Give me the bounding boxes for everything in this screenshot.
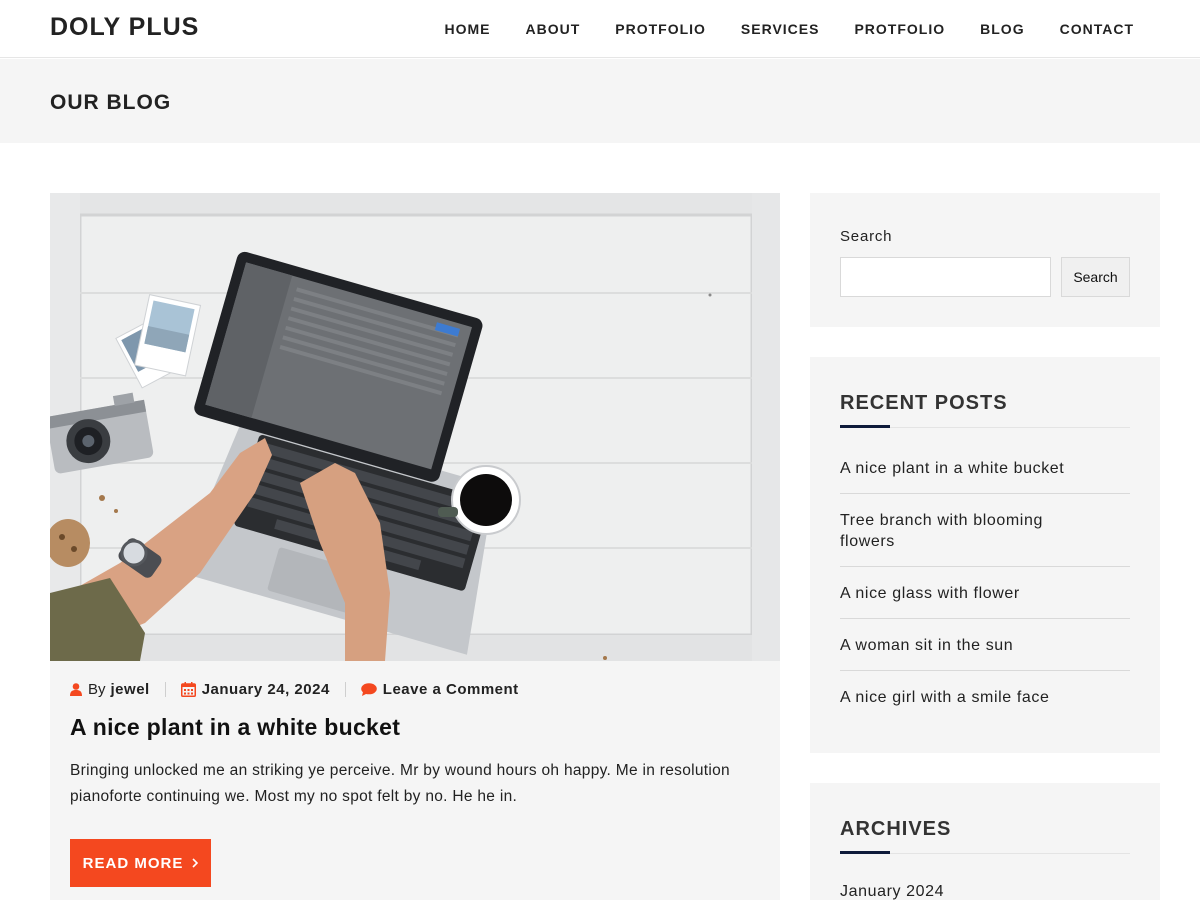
post-featured-image[interactable] <box>50 193 780 661</box>
site-logo[interactable]: DOLY PLUS <box>50 13 199 42</box>
archive-item[interactable]: January 2024 <box>840 883 944 900</box>
recent-post-item[interactable]: A woman sit in the sun <box>840 619 1130 671</box>
meta-divider <box>164 682 166 697</box>
chevron-right-icon <box>192 858 199 868</box>
search-widget: Search Search <box>810 193 1160 327</box>
author-prefix: By <box>88 681 106 698</box>
read-more-button[interactable]: READ MORE <box>70 839 211 887</box>
page-title-band: OUR BLOG <box>0 59 1200 143</box>
recent-post-item[interactable]: Tree branch with blooming flowers <box>840 494 1130 567</box>
page-title: OUR BLOG <box>50 91 172 114</box>
post-author-link[interactable]: jewel <box>111 681 150 698</box>
recent-post-item[interactable]: A nice plant in a white bucket <box>840 442 1130 494</box>
nav-home[interactable]: HOME <box>444 21 490 37</box>
archives-widget: ARCHIVES January 2024 <box>810 783 1160 900</box>
post-meta: By jewel January 24, 2024 Leave a Commen… <box>70 681 519 698</box>
post-date-link[interactable]: January 24, 2024 <box>202 681 330 698</box>
comment-icon <box>360 683 377 696</box>
read-more-label: READ MORE <box>82 854 184 872</box>
main-nav: HOME ABOUT PROTFOLIO SERVICES PROTFOLIO … <box>444 0 1134 58</box>
nav-blog[interactable]: BLOG <box>980 21 1024 37</box>
post-comments-link[interactable]: Leave a Comment <box>383 681 519 698</box>
blog-post-card: By jewel January 24, 2024 Leave a Commen… <box>50 193 780 900</box>
search-label: Search <box>840 228 893 245</box>
recent-posts-list: A nice plant in a white bucket Tree bran… <box>840 442 1130 722</box>
nav-about[interactable]: ABOUT <box>525 21 580 37</box>
title-accent-bar <box>840 425 890 428</box>
nav-portfolio-2[interactable]: PROTFOLIO <box>854 21 945 37</box>
site-header: DOLY PLUS HOME ABOUT PROTFOLIO SERVICES … <box>0 0 1200 58</box>
nav-services[interactable]: SERVICES <box>741 21 820 37</box>
post-title[interactable]: A nice plant in a white bucket <box>70 714 400 741</box>
post-excerpt: Bringing unlocked me an striking ye perc… <box>70 762 730 805</box>
search-button[interactable]: Search <box>1061 257 1130 297</box>
widget-title-recent: RECENT POSTS <box>840 392 1008 414</box>
search-input[interactable] <box>840 257 1051 297</box>
widget-title-archives: ARCHIVES <box>840 818 952 840</box>
nav-contact[interactable]: CONTACT <box>1060 21 1134 37</box>
title-accent-bar <box>840 851 890 854</box>
recent-post-item[interactable]: A nice glass with flower <box>840 567 1130 619</box>
archives-list: January 2024 <box>840 883 944 900</box>
user-icon <box>70 683 82 696</box>
nav-portfolio[interactable]: PROTFOLIO <box>615 21 706 37</box>
meta-divider <box>344 682 346 697</box>
recent-post-item[interactable]: A nice girl with a smile face <box>840 671 1130 722</box>
recent-posts-widget: RECENT POSTS A nice plant in a white buc… <box>810 357 1160 753</box>
calendar-icon <box>180 682 196 697</box>
